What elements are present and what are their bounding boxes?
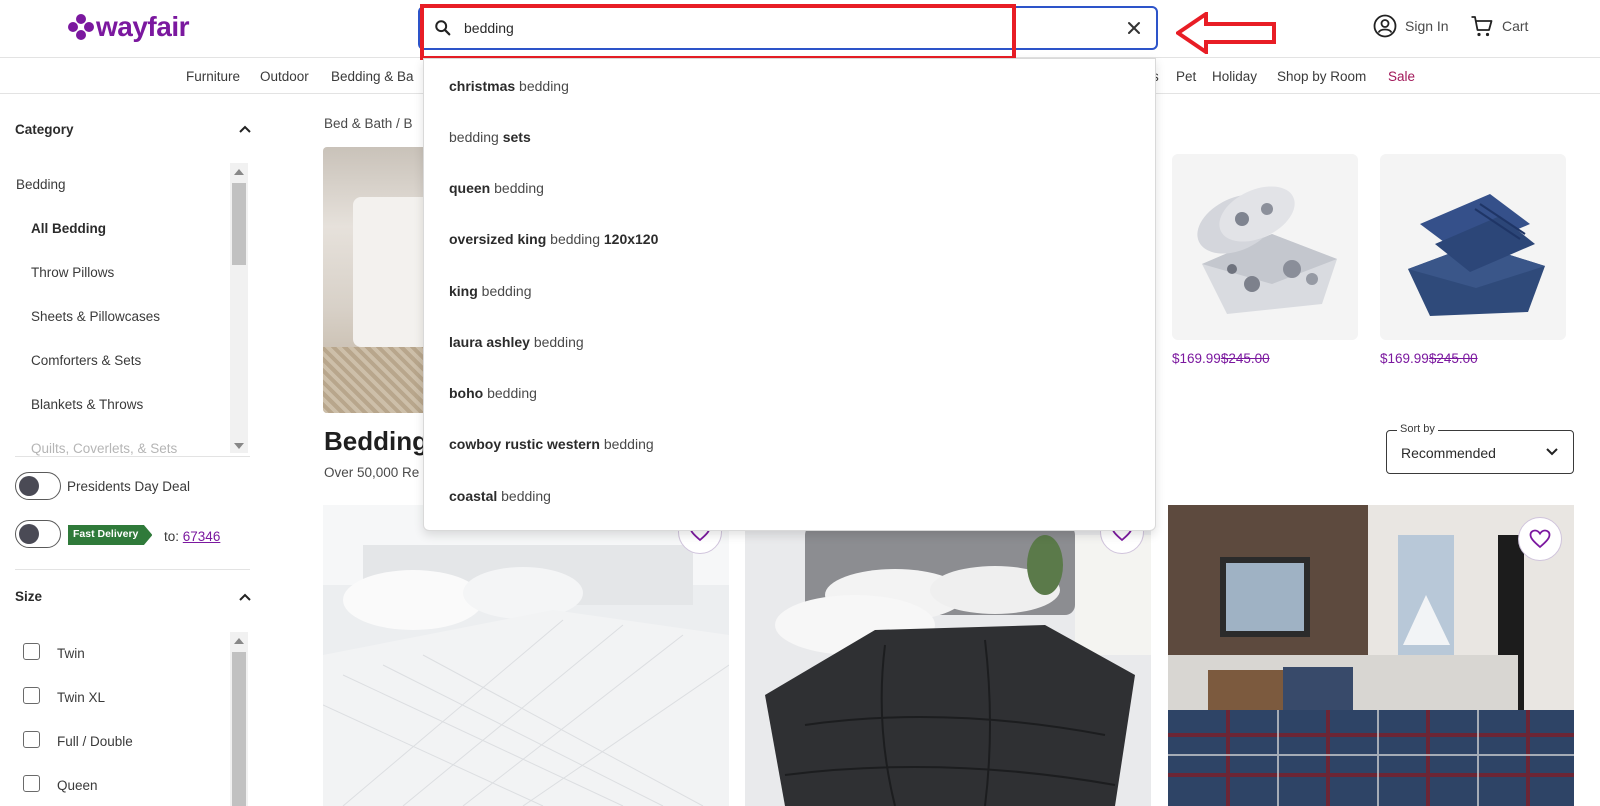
delivery-zip: to: 67346 bbox=[164, 529, 220, 544]
product-card-black-comforter[interactable] bbox=[745, 505, 1151, 806]
cart-icon bbox=[1471, 16, 1493, 37]
hero-banner-image[interactable] bbox=[323, 147, 433, 413]
suggestion-item[interactable]: oversized king bedding 120x120 bbox=[449, 231, 658, 247]
product-image bbox=[323, 505, 729, 806]
heart-icon bbox=[1529, 529, 1551, 549]
breadcrumb[interactable]: Bed & Bath / B bbox=[324, 116, 413, 131]
size-checkbox-full[interactable] bbox=[23, 731, 40, 748]
category-item-throw-pillows[interactable]: Throw Pillows bbox=[31, 265, 114, 280]
suggestion-item[interactable]: king bedding bbox=[449, 283, 532, 299]
size-facet-title[interactable]: Size bbox=[15, 589, 42, 604]
scroll-down-icon[interactable] bbox=[234, 443, 244, 449]
mini-product-card-navy[interactable] bbox=[1380, 154, 1566, 340]
category-item-blankets[interactable]: Blankets & Throws bbox=[31, 397, 143, 412]
logo-text: wayfair bbox=[96, 11, 190, 42]
presidents-day-toggle[interactable] bbox=[15, 472, 61, 500]
nav-item-shop-by-room[interactable]: Shop by Room bbox=[1277, 69, 1366, 84]
page-title: Bedding bbox=[324, 426, 428, 456]
wayfair-logo[interactable]: wayfair bbox=[68, 11, 190, 43]
suggestion-item[interactable]: coastal bedding bbox=[449, 488, 551, 504]
knit-texture bbox=[323, 347, 433, 413]
nav-item-pet[interactable]: Pet bbox=[1176, 69, 1196, 84]
size-label-twin-xl: Twin XL bbox=[57, 690, 106, 705]
sort-dropdown[interactable]: Sort by Recommended bbox=[1386, 423, 1574, 474]
presidents-day-label: Presidents Day Deal bbox=[67, 479, 191, 494]
logo-mark-icon bbox=[68, 14, 94, 40]
fast-delivery-toggle[interactable] bbox=[15, 520, 61, 548]
cart-label: Cart bbox=[1502, 18, 1529, 34]
suggestion-item[interactable]: bedding sets bbox=[449, 129, 531, 145]
fast-delivery-badge: Fast Delivery bbox=[68, 525, 153, 545]
size-label-queen: Queen bbox=[57, 778, 98, 793]
hero-card bbox=[353, 197, 433, 347]
category-item-all-bedding[interactable]: All Bedding bbox=[31, 221, 106, 236]
toggle-knob bbox=[19, 476, 39, 496]
annotation-arrow-icon bbox=[1176, 12, 1276, 54]
product-card-white-quilt[interactable] bbox=[323, 505, 729, 806]
product-image bbox=[1408, 194, 1545, 316]
sign-in-label: Sign In bbox=[1405, 18, 1449, 34]
product-card-plaid-comforter[interactable] bbox=[1168, 505, 1574, 806]
category-facet-title[interactable]: Category bbox=[15, 122, 74, 137]
suggestion-item[interactable]: queen bedding bbox=[449, 180, 544, 196]
product-image bbox=[745, 505, 1151, 806]
chevron-up-icon[interactable] bbox=[238, 124, 252, 134]
category-item-quilts[interactable]: Quilts, Coverlets, & Sets bbox=[31, 441, 177, 456]
toggle-knob bbox=[19, 524, 39, 544]
sale-price: $169.99 bbox=[1172, 351, 1221, 366]
size-label-full: Full / Double bbox=[57, 734, 133, 749]
suggestion-item[interactable]: cowboy rustic western bedding bbox=[449, 436, 654, 452]
original-price: $245.00 bbox=[1220, 351, 1270, 366]
product-image bbox=[1168, 505, 1574, 806]
divider bbox=[15, 456, 250, 457]
close-icon[interactable] bbox=[1126, 20, 1142, 36]
header: wayfair bedding Sign In Cart bbox=[0, 0, 1600, 60]
mini-product-card-grey-floral[interactable] bbox=[1172, 154, 1358, 340]
size-checkbox-queen[interactable] bbox=[23, 775, 40, 792]
suggestion-item[interactable]: christmas bedding bbox=[449, 78, 569, 94]
size-checkbox-twin[interactable] bbox=[23, 643, 40, 660]
sign-in-button[interactable]: Sign In bbox=[1373, 14, 1449, 38]
mini-product-price: $169.99$245.00 bbox=[1380, 351, 1478, 366]
scroll-up-icon[interactable] bbox=[234, 638, 244, 644]
chevron-up-icon[interactable] bbox=[238, 592, 252, 602]
sort-label: Sort by bbox=[1397, 423, 1438, 435]
zip-code-link[interactable]: 67346 bbox=[183, 529, 221, 544]
nav-item-furniture[interactable]: Furniture bbox=[186, 69, 240, 84]
nav-item-bedding-bath[interactable]: Bedding & Ba bbox=[331, 69, 414, 84]
chevron-down-icon bbox=[1546, 448, 1558, 456]
result-count: Over 50,000 Re bbox=[324, 465, 420, 480]
mini-product-price: $169.99$245.00 bbox=[1172, 351, 1270, 366]
scroll-up-icon[interactable] bbox=[234, 169, 244, 175]
cart-button[interactable]: Cart bbox=[1470, 14, 1528, 38]
nav-item-holiday[interactable]: Holiday bbox=[1212, 69, 1257, 84]
size-checkbox-twin-xl[interactable] bbox=[23, 687, 40, 704]
scroll-thumb[interactable] bbox=[232, 183, 246, 265]
size-label-twin: Twin bbox=[57, 646, 85, 661]
suggestion-item[interactable]: laura ashley bedding bbox=[449, 334, 584, 350]
nav-item-sale[interactable]: Sale bbox=[1388, 69, 1415, 84]
product-image bbox=[1197, 186, 1337, 314]
account-icon bbox=[1373, 14, 1397, 38]
search-suggestions-dropdown: christmas bedding bedding sets queen bed… bbox=[423, 58, 1156, 531]
size-scrollbar[interactable] bbox=[230, 632, 248, 806]
favorite-button[interactable] bbox=[1518, 517, 1562, 561]
sort-value: Recommended bbox=[1401, 445, 1496, 461]
original-price: $245.00 bbox=[1428, 351, 1478, 366]
category-item-bedding[interactable]: Bedding bbox=[16, 177, 66, 192]
annotation-highlight-box bbox=[420, 4, 1016, 60]
category-scrollbar[interactable] bbox=[230, 163, 248, 453]
scroll-thumb[interactable] bbox=[232, 652, 246, 806]
suggestion-item[interactable]: boho bedding bbox=[449, 385, 537, 401]
sale-price: $169.99 bbox=[1380, 351, 1429, 366]
category-item-comforters[interactable]: Comforters & Sets bbox=[31, 353, 141, 368]
nav-item-outdoor[interactable]: Outdoor bbox=[260, 69, 309, 84]
category-item-sheets[interactable]: Sheets & Pillowcases bbox=[31, 309, 160, 324]
delivery-to-label: to: bbox=[164, 529, 180, 544]
divider bbox=[15, 569, 250, 570]
